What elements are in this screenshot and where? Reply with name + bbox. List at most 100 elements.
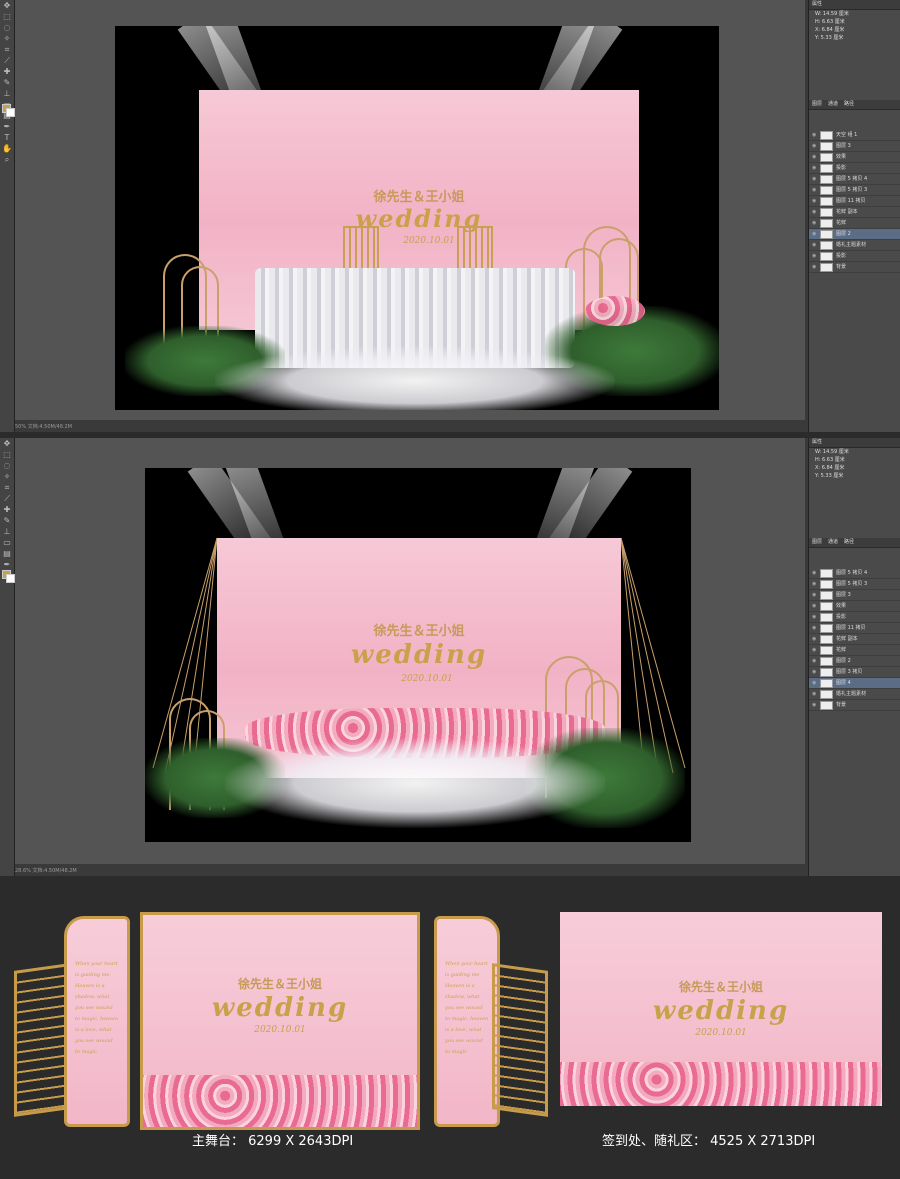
crop-tool-icon[interactable]: ⌗ (0, 482, 14, 493)
healing-tool-icon[interactable]: ✚ (0, 504, 14, 515)
visibility-eye-icon[interactable]: ◉ (812, 645, 817, 655)
zoom-tool-icon[interactable]: ⌕ (0, 154, 14, 165)
visibility-eye-icon[interactable]: ◉ (812, 141, 817, 151)
visibility-eye-icon[interactable]: ◉ (812, 196, 817, 206)
tab-layers[interactable]: 图层 (812, 100, 822, 109)
pen-tool-icon[interactable]: ✒ (0, 559, 14, 570)
marquee-tool-icon[interactable]: ⬚ (0, 11, 14, 22)
move-tool-icon[interactable]: ✥ (0, 0, 14, 11)
visibility-eye-icon[interactable]: ◉ (812, 229, 817, 239)
visibility-eye-icon[interactable]: ◉ (812, 218, 817, 228)
gradient-tool-icon[interactable]: ▤ (0, 548, 14, 559)
crop-tool-icon[interactable]: ⌗ (0, 44, 14, 55)
visibility-eye-icon[interactable]: ◉ (812, 240, 817, 250)
visibility-eye-icon[interactable]: ◉ (812, 689, 817, 699)
layer-row[interactable]: ◉ 图层 2 (809, 656, 900, 667)
layer-name: 图层 5 拷贝 4 (836, 176, 868, 182)
property-w[interactable]: W: 14.59 厘米 (809, 10, 900, 18)
pen-tool-icon[interactable]: ✒ (0, 121, 14, 132)
tab-channels[interactable]: 通道 (828, 100, 838, 109)
healing-tool-icon[interactable]: ✚ (0, 66, 14, 77)
wand-tool-icon[interactable]: ✧ (0, 33, 14, 44)
layer-thumbnail (820, 174, 833, 184)
layer-row[interactable]: ◉ 图层 11 拷贝 (809, 623, 900, 634)
marquee-tool-icon[interactable]: ⬚ (0, 449, 14, 460)
canvas-area[interactable]: 徐先生＆王小姐 wedding 2020.10.01 (15, 0, 805, 420)
layer-row[interactable]: ◉ 婚礼主题素材 (809, 240, 900, 251)
property-h[interactable]: H: 6.63 厘米 (809, 456, 900, 464)
layer-row[interactable]: ◉ 背景 (809, 262, 900, 273)
layer-row[interactable]: ◉ 图层 3 (809, 590, 900, 601)
visibility-eye-icon[interactable]: ◉ (812, 251, 817, 261)
photoshop-window-2: ✥ ⬚ ◌ ✧ ⌗ ⟋ ✚ ✎ ⊥ ▭ ▤ ✒ 徐先生＆王小姐 wedding … (0, 438, 900, 876)
move-tool-icon[interactable]: ✥ (0, 438, 14, 449)
properties-header: 属性 (809, 438, 900, 448)
layer-row[interactable]: ◉ 花鲜 (809, 218, 900, 229)
layer-row[interactable]: ◉ 图层 5 拷贝 4 (809, 174, 900, 185)
visibility-eye-icon[interactable]: ◉ (812, 207, 817, 217)
visibility-eye-icon[interactable]: ◉ (812, 152, 817, 162)
tab-paths[interactable]: 路径 (844, 538, 854, 547)
property-y[interactable]: Y: 5.33 厘米 (809, 34, 900, 42)
layer-row[interactable]: ◉ 图层 5 拷贝 4 (809, 568, 900, 579)
layer-row[interactable]: ◉ 花鲜 (809, 645, 900, 656)
property-x[interactable]: X: 6.84 厘米 (809, 464, 900, 472)
layer-row[interactable]: ◉ 图层 4 (809, 678, 900, 689)
visibility-eye-icon[interactable]: ◉ (812, 700, 817, 710)
visibility-eye-icon[interactable]: ◉ (812, 174, 817, 184)
layer-row[interactable]: ◉ 图层 11 拷贝 (809, 196, 900, 207)
layer-row[interactable]: ◉ 图层 3 (809, 141, 900, 152)
tab-layers[interactable]: 图层 (812, 538, 822, 547)
visibility-eye-icon[interactable]: ◉ (812, 185, 817, 195)
visibility-eye-icon[interactable]: ◉ (812, 667, 817, 677)
visibility-eye-icon[interactable]: ◉ (812, 130, 817, 140)
visibility-eye-icon[interactable]: ◉ (812, 623, 817, 633)
brush-tool-icon[interactable]: ✎ (0, 77, 14, 88)
tab-channels[interactable]: 通道 (828, 538, 838, 547)
brush-tool-icon[interactable]: ✎ (0, 515, 14, 526)
wand-tool-icon[interactable]: ✧ (0, 471, 14, 482)
canvas-area[interactable]: 徐先生＆王小姐 wedding 2020.10.01 (15, 438, 805, 864)
tab-paths[interactable]: 路径 (844, 100, 854, 109)
layer-row[interactable]: ◉ 图层 3 拷贝 (809, 667, 900, 678)
visibility-eye-icon[interactable]: ◉ (812, 579, 817, 589)
gold-slat-rack-left (14, 963, 70, 1117)
property-h[interactable]: H: 6.63 厘米 (809, 18, 900, 26)
layer-row[interactable]: ◉ 图层 5 拷贝 3 (809, 579, 900, 590)
layer-row[interactable]: ◉ 效果 (809, 601, 900, 612)
visibility-eye-icon[interactable]: ◉ (812, 612, 817, 622)
eyedropper-tool-icon[interactable]: ⟋ (0, 55, 14, 66)
stamp-tool-icon[interactable]: ⊥ (0, 526, 14, 537)
visibility-eye-icon[interactable]: ◉ (812, 656, 817, 666)
eraser-tool-icon[interactable]: ▭ (0, 537, 14, 548)
layer-row[interactable]: ◉ 投影 (809, 612, 900, 623)
lasso-tool-icon[interactable]: ◌ (0, 460, 14, 471)
layer-row[interactable]: ◉ 图层 2 (809, 229, 900, 240)
visibility-eye-icon[interactable]: ◉ (812, 262, 817, 272)
layer-row[interactable]: ◉ 背景 (809, 700, 900, 711)
stamp-tool-icon[interactable]: ⊥ (0, 88, 14, 99)
visibility-eye-icon[interactable]: ◉ (812, 678, 817, 688)
property-x[interactable]: X: 6.84 厘米 (809, 26, 900, 34)
visibility-eye-icon[interactable]: ◉ (812, 590, 817, 600)
visibility-eye-icon[interactable]: ◉ (812, 568, 817, 578)
layer-row[interactable]: ◉ 花鲜 副本 (809, 634, 900, 645)
eyedropper-tool-icon[interactable]: ⟋ (0, 493, 14, 504)
layer-row[interactable]: ◉ 花鲜 副本 (809, 207, 900, 218)
layer-row[interactable]: ◉ 婚礼主题素材 (809, 689, 900, 700)
property-w[interactable]: W: 14.59 厘米 (809, 448, 900, 456)
layer-row[interactable]: ◉ 效果 (809, 152, 900, 163)
property-y[interactable]: Y: 5.33 厘米 (809, 472, 900, 480)
hand-tool-icon[interactable]: ✋ (0, 143, 14, 154)
background-color-swatch[interactable] (6, 108, 15, 117)
lasso-tool-icon[interactable]: ◌ (0, 22, 14, 33)
layer-row[interactable]: ◉ 投影 (809, 251, 900, 262)
visibility-eye-icon[interactable]: ◉ (812, 163, 817, 173)
background-color-swatch[interactable] (6, 574, 15, 583)
layer-row[interactable]: ◉ 天空 组 1 (809, 130, 900, 141)
type-tool-icon[interactable]: T (0, 132, 14, 143)
visibility-eye-icon[interactable]: ◉ (812, 634, 817, 644)
layer-row[interactable]: ◉ 投影 (809, 163, 900, 174)
layer-row[interactable]: ◉ 图层 5 拷贝 3 (809, 185, 900, 196)
visibility-eye-icon[interactable]: ◉ (812, 601, 817, 611)
